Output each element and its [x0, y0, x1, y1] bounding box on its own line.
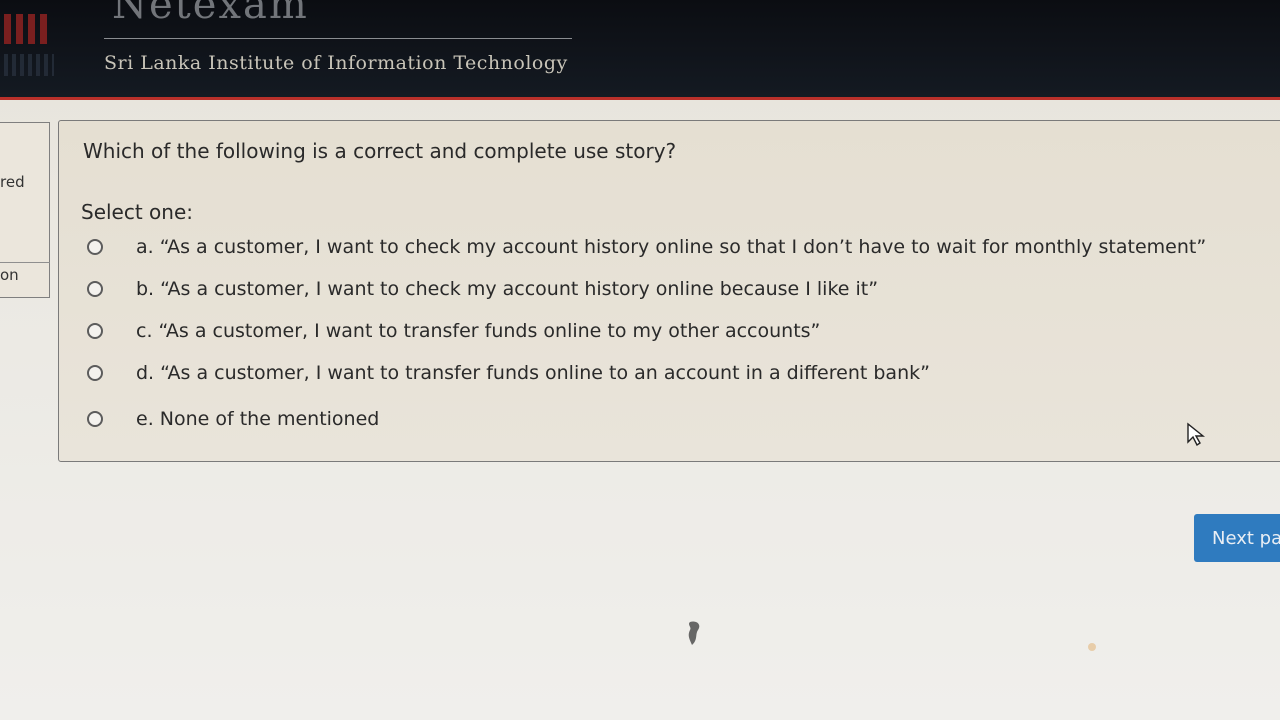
- radio-button[interactable]: [87, 365, 103, 381]
- radio-button[interactable]: [87, 411, 103, 427]
- header-divider: [104, 38, 572, 39]
- answer-option-a[interactable]: a. “As a customer, I want to check my ac…: [87, 232, 1206, 262]
- question-status-text: red: [0, 173, 25, 191]
- logo-icon: [0, 0, 60, 80]
- question-card: Which of the following is a correct and …: [58, 120, 1280, 462]
- option-label: e. None of the mentioned: [136, 408, 380, 430]
- info-panel-divider: [0, 262, 50, 263]
- screen-glare-spot: [1088, 643, 1096, 651]
- radio-button[interactable]: [87, 239, 103, 255]
- option-label: d. “As a customer, I want to transfer fu…: [136, 362, 930, 384]
- institute-name: Sri Lanka Institute of Information Techn…: [104, 52, 568, 74]
- select-one-prompt: Select one:: [81, 200, 194, 224]
- answer-option-d[interactable]: d. “As a customer, I want to transfer fu…: [87, 358, 930, 388]
- question-flag-text[interactable]: on: [0, 266, 19, 284]
- option-label: b. “As a customer, I want to check my ac…: [136, 278, 879, 300]
- radio-button[interactable]: [87, 323, 103, 339]
- option-label: c. “As a customer, I want to transfer fu…: [136, 320, 821, 342]
- answer-option-b[interactable]: b. “As a customer, I want to check my ac…: [87, 274, 878, 304]
- brand-name: Netexam: [112, 0, 309, 28]
- answer-option-e[interactable]: e. None of the mentioned: [87, 404, 379, 434]
- answer-option-c[interactable]: c. “As a customer, I want to transfer fu…: [87, 316, 820, 346]
- mouse-cursor-icon: [1187, 422, 1205, 447]
- question-text: Which of the following is a correct and …: [83, 139, 677, 163]
- radio-button[interactable]: [87, 281, 103, 297]
- screen-smudge-icon: [688, 621, 700, 645]
- site-header: Netexam Sri Lanka Institute of Informati…: [0, 0, 1280, 100]
- option-label: a. “As a customer, I want to check my ac…: [136, 236, 1207, 258]
- next-page-button[interactable]: Next pa: [1194, 514, 1280, 562]
